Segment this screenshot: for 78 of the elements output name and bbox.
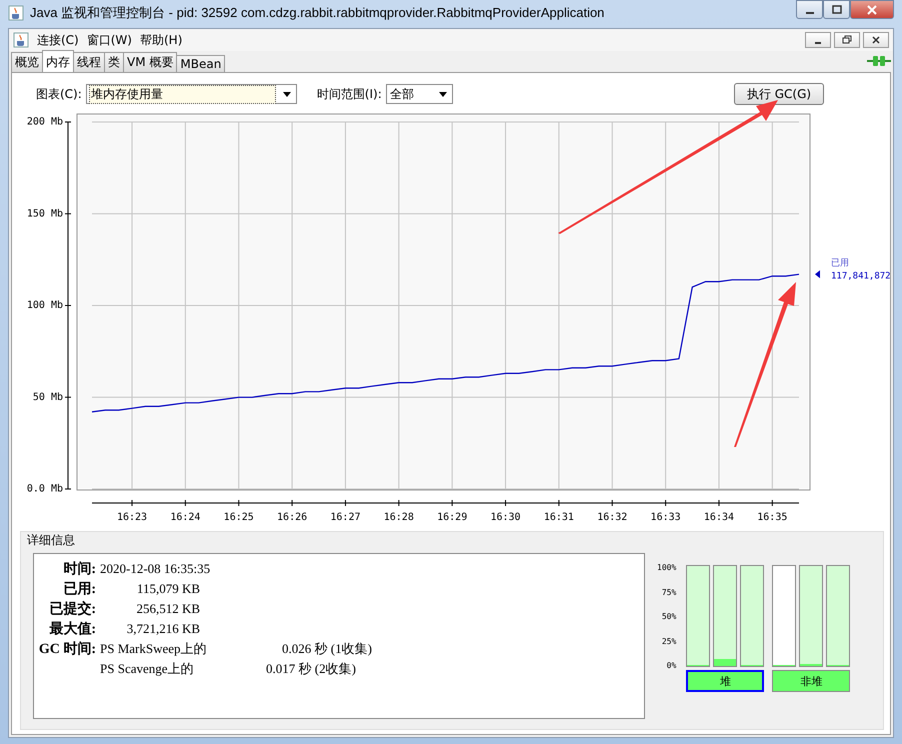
time-range-dropdown[interactable]: 全部	[386, 84, 453, 104]
tab[interactable]: 内存	[42, 50, 74, 72]
minimize-icon	[815, 42, 821, 44]
field-label: 已用:	[62, 580, 96, 598]
tab[interactable]: 概览	[11, 52, 43, 72]
x-tick-label: 16:23	[116, 512, 148, 523]
perform-gc-button[interactable]: 执行 GC(G)	[734, 83, 824, 105]
x-tick-label: 16:28	[384, 512, 414, 523]
memory-pool-bar[interactable]	[713, 565, 738, 667]
x-tick-label: 16:34	[704, 512, 734, 523]
x-tick-label: 16:33	[650, 512, 681, 523]
current-value: 117,841,872	[831, 271, 891, 282]
restore-icon	[842, 35, 852, 45]
tab[interactable]: 线程	[73, 52, 105, 72]
field-label: 时间:	[62, 560, 96, 578]
caret-icon	[438, 92, 447, 96]
x-tick-label: 16:32	[597, 512, 628, 523]
scale-label: 75%	[660, 588, 676, 596]
scale-label: 25%	[660, 636, 676, 646]
field-value: 3,721,216 KB	[126, 621, 200, 637]
collector-time: 0.026 秒 (1收集)	[282, 640, 372, 658]
restore-button[interactable]	[834, 32, 860, 48]
y-tick-label: 200 Mb	[26, 116, 63, 128]
field-value: 256,512 KB	[135, 601, 200, 617]
scale-label: 100%	[657, 563, 676, 572]
x-tick-label: 16:26	[277, 512, 308, 523]
collector-time: 0.017 秒 (2收集)	[266, 660, 356, 678]
y-tick-label: 100 Mb	[26, 300, 63, 311]
pool-group-button[interactable]: 非堆	[772, 670, 850, 692]
x-tick-label: 16:30	[490, 512, 521, 523]
memory-pool-bar[interactable]	[740, 565, 764, 667]
field-label: 最大值:	[48, 620, 96, 638]
y-tick-label: 50 Mb	[32, 392, 63, 403]
chart-dropdown[interactable]: 堆内存使用量	[86, 84, 297, 104]
field-label: GC 时间:	[38, 640, 96, 658]
tab[interactable]: MBean	[176, 55, 226, 72]
x-tick-label: 16:27	[330, 512, 360, 523]
field-value: 115,079 KB	[136, 581, 200, 597]
menu-item[interactable]: 窗口(W)	[86, 32, 132, 48]
y-tick-label: 150 Mb	[26, 208, 63, 220]
tab[interactable]: VM 概要	[123, 52, 178, 72]
scale-label: 0%	[666, 661, 676, 670]
x-tick-label: 16:31	[544, 512, 574, 523]
maximize-icon	[832, 4, 842, 14]
field-label: 已提交:	[48, 600, 96, 618]
memory-pool-bar[interactable]	[772, 565, 796, 667]
scale-label: 50%	[660, 612, 676, 621]
minimize-button[interactable]	[796, 0, 823, 19]
marker-triangle-icon	[815, 270, 820, 278]
field-value: 2020-12-08 16:35:35	[100, 561, 210, 577]
minimize-button[interactable]	[805, 32, 831, 48]
x-tick-label: 16:25	[224, 512, 254, 523]
x-tick-label: 16:35	[757, 512, 788, 523]
time-range-label: 时间范围(I):	[316, 86, 382, 102]
collector-name: PS MarkSweep上的	[100, 640, 208, 658]
minimize-icon	[806, 12, 814, 14]
menu-item[interactable]: 帮助(H)	[140, 32, 182, 48]
x-tick-label: 16:29	[437, 512, 468, 523]
memory-pool-bar[interactable]	[826, 565, 850, 667]
close-icon	[867, 4, 877, 14]
window-title: Java 监视和管理控制台 - pid: 32592 com.cdzg.rabbit.rabbitmqprovider.RabbitmqProviderApplication	[30, 4, 604, 22]
series-label: 已用	[831, 258, 849, 268]
memory-pool-bar[interactable]	[686, 565, 710, 667]
chart-label: 图表(C):	[36, 86, 82, 102]
close-button[interactable]	[863, 32, 889, 48]
connection-plug-icon	[867, 54, 891, 68]
caret-icon	[282, 92, 291, 96]
group-title: 详细信息	[27, 532, 76, 549]
maximize-button[interactable]	[823, 0, 850, 19]
x-tick-label: 16:24	[170, 512, 200, 523]
close-icon	[871, 35, 881, 45]
menu-item[interactable]: 连接(C)	[37, 32, 79, 48]
java-cup-icon	[13, 32, 29, 48]
pool-group-button[interactable]: 堆	[686, 670, 764, 692]
memory-pool-bar[interactable]	[799, 565, 824, 667]
tab[interactable]: 类	[104, 52, 124, 72]
y-tick-label: 0.0 Mb	[26, 484, 63, 494]
java-cup-icon	[8, 5, 24, 21]
